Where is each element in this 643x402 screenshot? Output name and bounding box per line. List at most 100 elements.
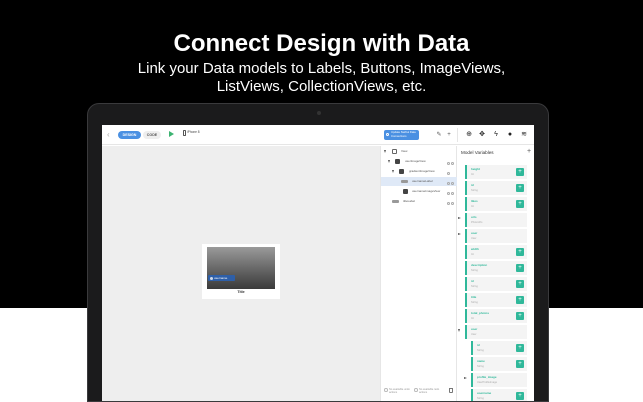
expand-icon[interactable] bbox=[458, 217, 461, 219]
variable-type: String bbox=[471, 269, 478, 272]
variable-row[interactable]: user User bbox=[458, 325, 527, 339]
variable-row[interactable]: width Int + bbox=[465, 245, 527, 259]
variable-type: PhotoUrls bbox=[471, 221, 483, 224]
app-window: ‹ DESIGN CODE iPhone 8 Update Swiftui Da… bbox=[102, 125, 534, 401]
variable-type: Int bbox=[471, 317, 474, 320]
hierarchy-row-label: usernameLabel bbox=[412, 179, 433, 183]
username-badge-label: username bbox=[214, 276, 228, 280]
variable-type: String bbox=[477, 397, 484, 400]
subheadline-line-2: ListViews, CollectionViews, etc. bbox=[216, 78, 427, 95]
row-actions[interactable] bbox=[446, 170, 454, 175]
view-hierarchy-panel: View userImageView gradientImageView use… bbox=[380, 146, 457, 401]
imageview-icon bbox=[399, 169, 404, 174]
variable-name: user bbox=[471, 327, 478, 331]
row-actions[interactable] bbox=[446, 190, 454, 195]
variable-name: likes bbox=[471, 199, 478, 203]
subheadline: Link your Data models to Labels, Buttons… bbox=[0, 60, 643, 96]
expand-icon[interactable] bbox=[392, 170, 394, 173]
hierarchy-row[interactable]: View bbox=[381, 147, 457, 156]
update-connections-button[interactable]: Update Swiftui Data Connections bbox=[384, 130, 419, 140]
collapse-icon[interactable] bbox=[458, 329, 460, 332]
add-binding-icon[interactable]: + bbox=[516, 392, 524, 400]
variable-name: name bbox=[477, 359, 485, 363]
laptop-frame: ‹ DESIGN CODE iPhone 8 Update Swiftui Da… bbox=[87, 103, 549, 402]
row-actions[interactable] bbox=[446, 160, 454, 165]
hierarchy-row[interactable]: titleLabel bbox=[381, 197, 457, 206]
hierarchy-row[interactable]: gradientImageView bbox=[381, 167, 457, 176]
variable-type: Int bbox=[471, 173, 474, 176]
variable-row[interactable]: name String + bbox=[471, 357, 527, 371]
add-binding-icon[interactable]: + bbox=[516, 360, 524, 368]
code-tab[interactable]: CODE bbox=[143, 131, 161, 139]
redo-icon bbox=[414, 388, 418, 392]
target-icon[interactable]: ⊕ bbox=[465, 131, 473, 139]
variable-name: total_photos bbox=[471, 311, 489, 315]
variable-row[interactable]: username String + bbox=[471, 389, 527, 401]
avatar bbox=[209, 276, 213, 280]
cell-title: Title bbox=[237, 290, 245, 294]
model-variables-panel: Model Variables + height Int + id String… bbox=[457, 146, 534, 401]
variable-row[interactable]: id String + bbox=[471, 341, 527, 355]
expand-icon[interactable] bbox=[388, 160, 390, 163]
play-icon[interactable] bbox=[169, 131, 174, 137]
bolt-icon[interactable]: ϟ bbox=[492, 131, 500, 139]
variable-name: profile_image bbox=[477, 375, 497, 379]
variable-row[interactable]: likes Int + bbox=[465, 197, 527, 211]
add-binding-icon[interactable]: + bbox=[516, 264, 524, 272]
imageview-icon bbox=[395, 159, 400, 164]
design-canvas[interactable]: username Title bbox=[102, 146, 380, 401]
hierarchy-row-label: titleLabel bbox=[403, 199, 416, 203]
device-selector[interactable]: iPhone 8 bbox=[183, 130, 205, 140]
variable-name: height bbox=[471, 167, 480, 171]
pen-icon[interactable]: ✎ bbox=[435, 131, 443, 139]
camera-dot bbox=[317, 111, 321, 115]
hierarchy-row[interactable]: userImageView bbox=[381, 157, 457, 166]
palette-icon[interactable]: ● bbox=[506, 131, 514, 139]
back-icon[interactable]: ‹ bbox=[107, 130, 115, 140]
hierarchy-row-selected[interactable]: usernameLabel bbox=[381, 177, 457, 186]
variable-type: UserProfileImage bbox=[477, 381, 498, 384]
add-binding-icon[interactable]: + bbox=[516, 296, 524, 304]
collection-cell-preview[interactable]: username Title bbox=[202, 244, 280, 299]
variable-name: id bbox=[477, 343, 480, 347]
add-binding-icon[interactable]: + bbox=[516, 312, 524, 320]
row-actions[interactable] bbox=[446, 200, 454, 205]
add-binding-icon[interactable]: + bbox=[516, 168, 524, 176]
expand-icon[interactable] bbox=[464, 377, 467, 379]
variable-type: Int bbox=[471, 253, 474, 256]
variable-row[interactable]: total_photos Int + bbox=[465, 309, 527, 323]
variable-row[interactable]: urls PhotoUrls bbox=[458, 213, 527, 227]
add-binding-icon[interactable]: + bbox=[516, 200, 524, 208]
variable-row[interactable]: id String + bbox=[465, 181, 527, 195]
model-variables-title: Model Variables bbox=[461, 150, 494, 155]
variable-row[interactable]: title String + bbox=[465, 293, 527, 307]
hierarchy-row[interactable]: usernameImageView bbox=[381, 187, 457, 196]
imageview-icon bbox=[403, 189, 408, 194]
variable-name: username bbox=[477, 391, 492, 395]
expand-icon[interactable] bbox=[384, 150, 386, 153]
undo-status[interactable]: No available undo actions bbox=[384, 388, 412, 394]
variable-row[interactable]: id String + bbox=[465, 277, 527, 291]
variable-row[interactable]: description String + bbox=[465, 261, 527, 275]
redo-status[interactable]: No available redo actions bbox=[414, 388, 442, 394]
add-binding-icon[interactable]: + bbox=[516, 344, 524, 352]
move-icon[interactable]: ✥ bbox=[478, 131, 486, 139]
variable-type: String bbox=[471, 301, 478, 304]
design-tab[interactable]: DESIGN bbox=[118, 131, 141, 139]
add-binding-icon[interactable]: + bbox=[516, 248, 524, 256]
variable-name: urls bbox=[471, 215, 477, 219]
add-variable-icon[interactable]: + bbox=[527, 148, 531, 156]
add-binding-icon[interactable]: + bbox=[516, 280, 524, 288]
variable-name: width bbox=[471, 247, 479, 251]
variable-row[interactable]: profile_image UserProfileImage bbox=[464, 373, 527, 387]
trash-icon[interactable] bbox=[449, 388, 453, 393]
variable-name: user bbox=[471, 231, 478, 235]
stack-icon[interactable]: ≋ bbox=[520, 131, 528, 139]
expand-icon[interactable] bbox=[458, 233, 461, 235]
variable-row[interactable]: user User bbox=[458, 229, 527, 243]
phone-icon bbox=[183, 130, 186, 136]
add-binding-icon[interactable]: + bbox=[516, 184, 524, 192]
row-actions[interactable] bbox=[446, 180, 454, 185]
variable-row[interactable]: height Int + bbox=[465, 165, 527, 179]
plus-icon[interactable]: + bbox=[445, 131, 453, 139]
